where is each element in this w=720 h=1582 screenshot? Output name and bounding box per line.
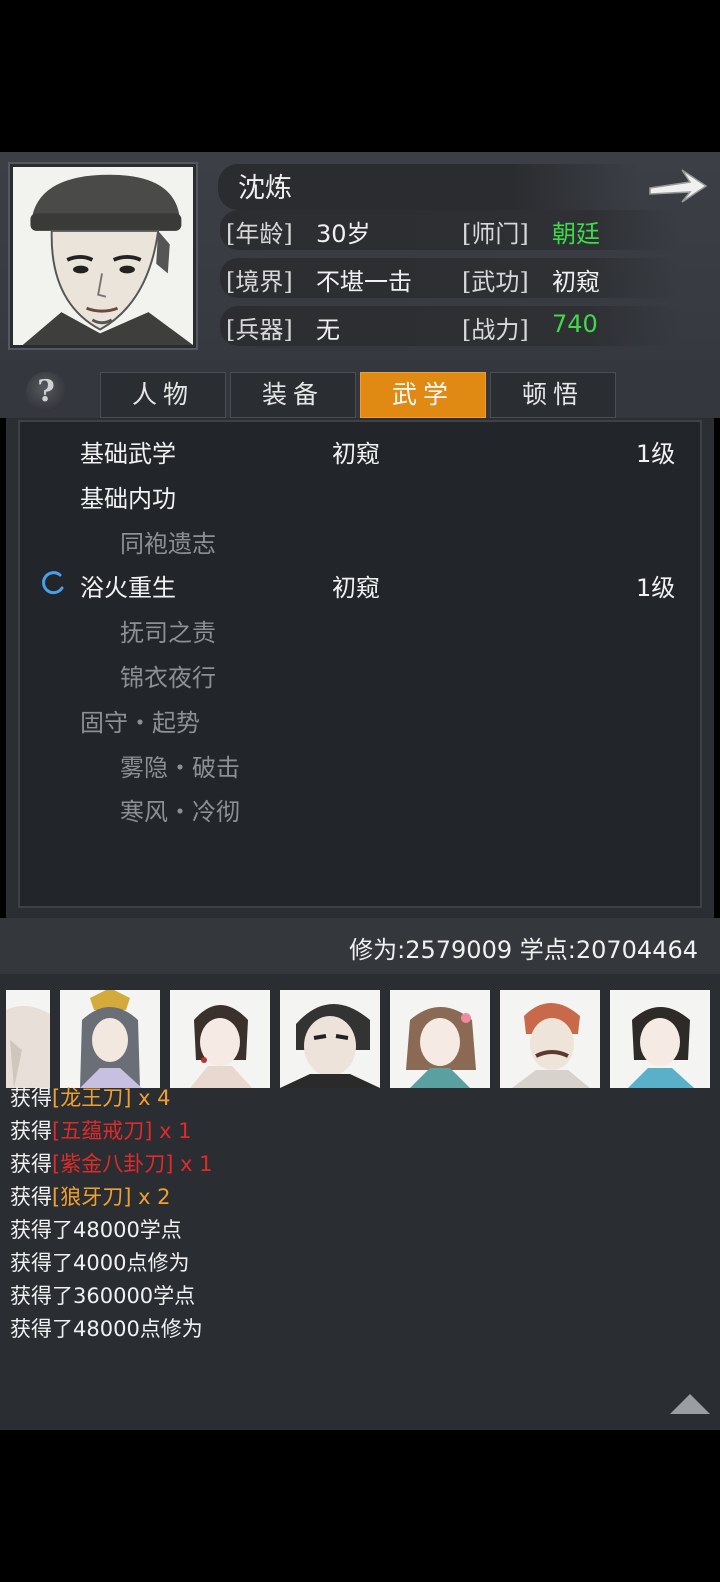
tab-character[interactable]: 人物 [100, 372, 226, 418]
companion-card[interactable] [60, 990, 160, 1088]
log-entry: 获得[龙王刀] x 4 [10, 1086, 171, 1110]
cultivation-label: 修为: [349, 936, 406, 964]
weapon-value: 无 [316, 316, 340, 344]
character-name: 沈炼 [238, 173, 292, 204]
status-bar-blank [0, 0, 720, 152]
bottom-bar-blank [0, 1430, 720, 1582]
skill-level: 1级 [636, 574, 676, 602]
kungfu-value: 初窥 [552, 268, 600, 296]
portrait-image [13, 167, 193, 345]
log-entry: 获得[五蕴戒刀] x 1 [10, 1119, 192, 1143]
power-value: 740 [552, 310, 598, 338]
age-label: [年龄] [226, 220, 293, 248]
sect-label: [师门] [462, 220, 529, 248]
realm-label: [境界] [226, 268, 293, 296]
help-icon[interactable]: ? [26, 372, 66, 412]
companion-card[interactable] [610, 990, 710, 1088]
character-portrait[interactable] [10, 164, 196, 348]
cultivation-value: 2579009 [405, 936, 513, 964]
tab-enlightenment[interactable]: 顿悟 [490, 372, 616, 418]
log-entry: 获得了48000学点 [10, 1218, 182, 1242]
sect-value: 朝廷 [552, 220, 600, 248]
age-value: 30岁 [316, 220, 371, 248]
companion-card[interactable] [500, 990, 600, 1088]
log-entry: 获得了48000点修为 [10, 1317, 203, 1341]
tab-martial-arts[interactable]: 武学 [360, 372, 486, 418]
arrow-right-icon[interactable] [646, 162, 710, 210]
skill-item[interactable]: 雾隐・破击 [120, 748, 240, 783]
skill-item[interactable]: 抚司之责 [120, 613, 216, 648]
skill-item[interactable]: 寒风・冷彻 [120, 792, 240, 827]
realm-value: 不堪一击 [316, 268, 412, 296]
log-entry: 获得[狼牙刀] x 2 [10, 1185, 171, 1209]
companion-card[interactable] [390, 990, 490, 1088]
loading-spinner-icon [40, 570, 66, 596]
skill-item[interactable]: 浴火重生 [80, 568, 176, 603]
power-label: [战力] [462, 316, 529, 344]
companion-card[interactable] [170, 990, 270, 1088]
log-entry: 获得[紫金八卦刀] x 1 [10, 1152, 213, 1176]
skill-item[interactable]: 基础武学 [80, 434, 176, 469]
companion-card[interactable] [6, 990, 50, 1088]
skill-grade: 初窥 [332, 440, 380, 468]
skill-grade: 初窥 [332, 574, 380, 602]
kungfu-label: [武功] [462, 268, 529, 296]
companion-card[interactable] [280, 990, 380, 1088]
skill-level: 1级 [636, 440, 676, 468]
stats-readout: 修为:2579009 学点:20704464 [349, 930, 698, 965]
skill-item[interactable]: 同袍遗志 [120, 524, 216, 559]
points-label: 学点: [519, 936, 576, 964]
skill-item[interactable]: 锦衣夜行 [120, 658, 216, 693]
skill-item[interactable]: 固守・起势 [80, 703, 200, 738]
scroll-up-icon[interactable] [668, 1392, 712, 1416]
log-entry: 获得了360000学点 [10, 1284, 196, 1308]
character-header: 沈炼 [年龄] 30岁 [师门] 朝廷 [境界] 不堪一击 [武功] 初窥 [兵… [0, 152, 720, 360]
log-entry: 获得了4000点修为 [10, 1251, 190, 1275]
skill-item[interactable]: 基础内功 [80, 479, 176, 514]
tab-equipment[interactable]: 装备 [230, 372, 356, 418]
points-value: 20704464 [575, 936, 698, 964]
weapon-label: [兵器] [226, 316, 293, 344]
